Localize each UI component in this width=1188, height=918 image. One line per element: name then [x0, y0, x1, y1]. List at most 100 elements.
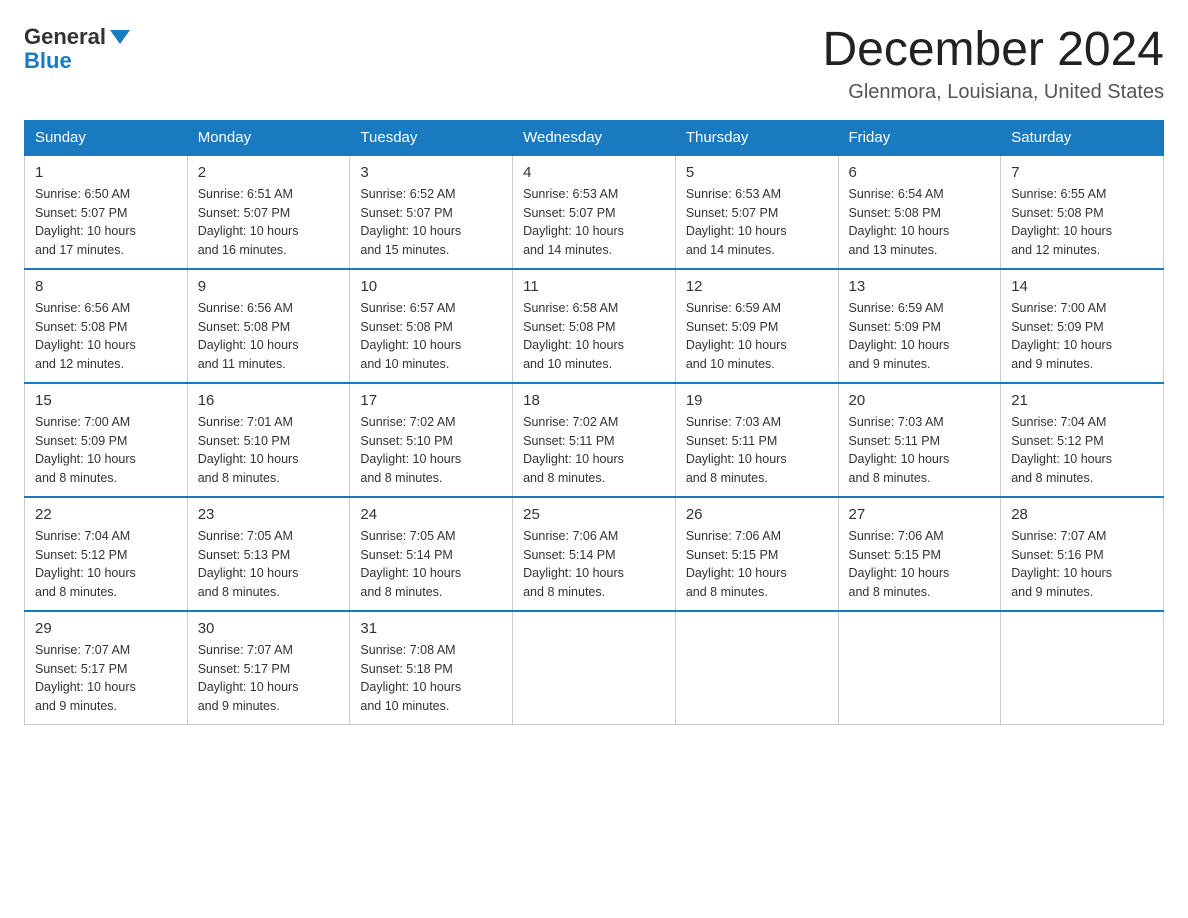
day-info: Sunrise: 7:03 AM Sunset: 5:11 PM Dayligh… — [849, 413, 991, 488]
day-number: 17 — [360, 392, 502, 409]
calendar-cell — [1001, 611, 1164, 725]
calendar-cell — [838, 611, 1001, 725]
day-info: Sunrise: 7:07 AM Sunset: 5:16 PM Dayligh… — [1011, 527, 1153, 602]
day-info: Sunrise: 7:00 AM Sunset: 5:09 PM Dayligh… — [1011, 299, 1153, 374]
calendar-cell: 7 Sunrise: 6:55 AM Sunset: 5:08 PM Dayli… — [1001, 155, 1164, 269]
day-number: 29 — [35, 620, 177, 637]
day-number: 7 — [1011, 164, 1153, 181]
location-title: Glenmora, Louisiana, United States — [822, 81, 1164, 104]
calendar-week-row: 15 Sunrise: 7:00 AM Sunset: 5:09 PM Dayl… — [25, 383, 1164, 497]
day-info: Sunrise: 7:02 AM Sunset: 5:10 PM Dayligh… — [360, 413, 502, 488]
day-number: 10 — [360, 278, 502, 295]
day-info: Sunrise: 7:05 AM Sunset: 5:13 PM Dayligh… — [198, 527, 340, 602]
day-info: Sunrise: 6:56 AM Sunset: 5:08 PM Dayligh… — [198, 299, 340, 374]
day-info: Sunrise: 6:59 AM Sunset: 5:09 PM Dayligh… — [849, 299, 991, 374]
weekday-header-monday: Monday — [187, 120, 350, 155]
calendar-cell: 17 Sunrise: 7:02 AM Sunset: 5:10 PM Dayl… — [350, 383, 513, 497]
day-number: 23 — [198, 506, 340, 523]
calendar-week-row: 22 Sunrise: 7:04 AM Sunset: 5:12 PM Dayl… — [25, 497, 1164, 611]
day-number: 28 — [1011, 506, 1153, 523]
calendar-cell: 18 Sunrise: 7:02 AM Sunset: 5:11 PM Dayl… — [513, 383, 676, 497]
weekday-header-tuesday: Tuesday — [350, 120, 513, 155]
day-number: 3 — [360, 164, 502, 181]
calendar-cell: 13 Sunrise: 6:59 AM Sunset: 5:09 PM Dayl… — [838, 269, 1001, 383]
logo-general-text: General — [24, 24, 130, 50]
day-info: Sunrise: 6:59 AM Sunset: 5:09 PM Dayligh… — [686, 299, 828, 374]
day-info: Sunrise: 7:07 AM Sunset: 5:17 PM Dayligh… — [35, 641, 177, 716]
logo-general: General — [24, 24, 106, 50]
calendar-cell: 12 Sunrise: 6:59 AM Sunset: 5:09 PM Dayl… — [675, 269, 838, 383]
logo-arrow-icon — [110, 30, 130, 44]
day-info: Sunrise: 6:50 AM Sunset: 5:07 PM Dayligh… — [35, 185, 177, 260]
calendar-cell: 24 Sunrise: 7:05 AM Sunset: 5:14 PM Dayl… — [350, 497, 513, 611]
day-number: 26 — [686, 506, 828, 523]
day-number: 24 — [360, 506, 502, 523]
day-info: Sunrise: 6:55 AM Sunset: 5:08 PM Dayligh… — [1011, 185, 1153, 260]
calendar-cell: 20 Sunrise: 7:03 AM Sunset: 5:11 PM Dayl… — [838, 383, 1001, 497]
day-number: 25 — [523, 506, 665, 523]
calendar-cell: 27 Sunrise: 7:06 AM Sunset: 5:15 PM Dayl… — [838, 497, 1001, 611]
calendar-cell — [513, 611, 676, 725]
calendar-week-row: 8 Sunrise: 6:56 AM Sunset: 5:08 PM Dayli… — [25, 269, 1164, 383]
calendar-cell: 26 Sunrise: 7:06 AM Sunset: 5:15 PM Dayl… — [675, 497, 838, 611]
day-number: 30 — [198, 620, 340, 637]
calendar-cell: 30 Sunrise: 7:07 AM Sunset: 5:17 PM Dayl… — [187, 611, 350, 725]
day-number: 22 — [35, 506, 177, 523]
calendar-cell: 6 Sunrise: 6:54 AM Sunset: 5:08 PM Dayli… — [838, 155, 1001, 269]
weekday-header-row: SundayMondayTuesdayWednesdayThursdayFrid… — [25, 120, 1164, 155]
month-title: December 2024 — [822, 24, 1164, 77]
calendar-week-row: 29 Sunrise: 7:07 AM Sunset: 5:17 PM Dayl… — [25, 611, 1164, 725]
calendar-cell: 4 Sunrise: 6:53 AM Sunset: 5:07 PM Dayli… — [513, 155, 676, 269]
day-number: 9 — [198, 278, 340, 295]
day-info: Sunrise: 6:51 AM Sunset: 5:07 PM Dayligh… — [198, 185, 340, 260]
day-number: 16 — [198, 392, 340, 409]
calendar-cell: 29 Sunrise: 7:07 AM Sunset: 5:17 PM Dayl… — [25, 611, 188, 725]
day-info: Sunrise: 7:06 AM Sunset: 5:15 PM Dayligh… — [686, 527, 828, 602]
calendar-cell: 3 Sunrise: 6:52 AM Sunset: 5:07 PM Dayli… — [350, 155, 513, 269]
calendar-cell: 5 Sunrise: 6:53 AM Sunset: 5:07 PM Dayli… — [675, 155, 838, 269]
day-number: 31 — [360, 620, 502, 637]
day-info: Sunrise: 7:04 AM Sunset: 5:12 PM Dayligh… — [35, 527, 177, 602]
page-header: General Blue December 2024 Glenmora, Lou… — [24, 24, 1164, 104]
weekday-header-wednesday: Wednesday — [513, 120, 676, 155]
day-info: Sunrise: 6:54 AM Sunset: 5:08 PM Dayligh… — [849, 185, 991, 260]
calendar-cell: 1 Sunrise: 6:50 AM Sunset: 5:07 PM Dayli… — [25, 155, 188, 269]
day-info: Sunrise: 7:07 AM Sunset: 5:17 PM Dayligh… — [198, 641, 340, 716]
day-info: Sunrise: 6:53 AM Sunset: 5:07 PM Dayligh… — [686, 185, 828, 260]
day-info: Sunrise: 7:00 AM Sunset: 5:09 PM Dayligh… — [35, 413, 177, 488]
weekday-header-sunday: Sunday — [25, 120, 188, 155]
day-info: Sunrise: 6:56 AM Sunset: 5:08 PM Dayligh… — [35, 299, 177, 374]
day-number: 1 — [35, 164, 177, 181]
title-block: December 2024 Glenmora, Louisiana, Unite… — [822, 24, 1164, 104]
day-info: Sunrise: 7:02 AM Sunset: 5:11 PM Dayligh… — [523, 413, 665, 488]
day-info: Sunrise: 6:58 AM Sunset: 5:08 PM Dayligh… — [523, 299, 665, 374]
day-info: Sunrise: 6:52 AM Sunset: 5:07 PM Dayligh… — [360, 185, 502, 260]
day-info: Sunrise: 7:03 AM Sunset: 5:11 PM Dayligh… — [686, 413, 828, 488]
calendar-cell: 31 Sunrise: 7:08 AM Sunset: 5:18 PM Dayl… — [350, 611, 513, 725]
day-number: 19 — [686, 392, 828, 409]
calendar-cell: 21 Sunrise: 7:04 AM Sunset: 5:12 PM Dayl… — [1001, 383, 1164, 497]
calendar-cell: 15 Sunrise: 7:00 AM Sunset: 5:09 PM Dayl… — [25, 383, 188, 497]
day-number: 11 — [523, 278, 665, 295]
day-info: Sunrise: 7:04 AM Sunset: 5:12 PM Dayligh… — [1011, 413, 1153, 488]
day-number: 21 — [1011, 392, 1153, 409]
day-info: Sunrise: 6:53 AM Sunset: 5:07 PM Dayligh… — [523, 185, 665, 260]
day-number: 18 — [523, 392, 665, 409]
calendar-cell: 9 Sunrise: 6:56 AM Sunset: 5:08 PM Dayli… — [187, 269, 350, 383]
day-info: Sunrise: 7:08 AM Sunset: 5:18 PM Dayligh… — [360, 641, 502, 716]
calendar-cell: 2 Sunrise: 6:51 AM Sunset: 5:07 PM Dayli… — [187, 155, 350, 269]
calendar-cell: 16 Sunrise: 7:01 AM Sunset: 5:10 PM Dayl… — [187, 383, 350, 497]
day-number: 5 — [686, 164, 828, 181]
logo-blue: Blue — [24, 48, 72, 74]
day-number: 12 — [686, 278, 828, 295]
calendar-cell — [675, 611, 838, 725]
day-info: Sunrise: 7:06 AM Sunset: 5:14 PM Dayligh… — [523, 527, 665, 602]
calendar-cell: 23 Sunrise: 7:05 AM Sunset: 5:13 PM Dayl… — [187, 497, 350, 611]
calendar-cell: 10 Sunrise: 6:57 AM Sunset: 5:08 PM Dayl… — [350, 269, 513, 383]
day-number: 15 — [35, 392, 177, 409]
day-info: Sunrise: 7:06 AM Sunset: 5:15 PM Dayligh… — [849, 527, 991, 602]
day-number: 13 — [849, 278, 991, 295]
calendar-week-row: 1 Sunrise: 6:50 AM Sunset: 5:07 PM Dayli… — [25, 155, 1164, 269]
day-number: 8 — [35, 278, 177, 295]
weekday-header-saturday: Saturday — [1001, 120, 1164, 155]
